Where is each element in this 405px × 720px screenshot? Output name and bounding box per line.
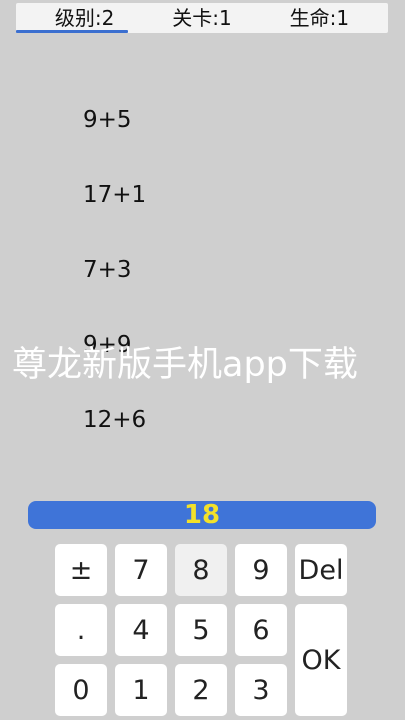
key-7[interactable]: 7 [115, 544, 167, 596]
key-8[interactable]: 8 [175, 544, 227, 596]
key-5[interactable]: 5 [175, 604, 227, 656]
watermark-text: 尊龙新版手机app下载 [12, 345, 358, 385]
key-1[interactable]: 1 [115, 664, 167, 716]
key-0[interactable]: 0 [55, 664, 107, 716]
key-9[interactable]: 9 [235, 544, 287, 596]
answer-display: 18 [28, 500, 376, 530]
key-3[interactable]: 3 [235, 664, 287, 716]
key-decimal[interactable]: . [55, 604, 107, 656]
key-6[interactable]: 6 [235, 604, 287, 656]
question-item: 7+3 [83, 257, 132, 283]
level-progress-track [16, 30, 388, 33]
key-delete[interactable]: Del [295, 544, 347, 596]
answer-value: 18 [183, 500, 221, 530]
question-item: 17+1 [83, 182, 147, 208]
key-4[interactable]: 4 [115, 604, 167, 656]
lives-label: 生命:1 [289, 6, 350, 30]
stage-label: 关卡:1 [172, 6, 232, 30]
key-ok[interactable]: OK [295, 604, 347, 716]
level-label: 级别:2 [54, 6, 115, 30]
key-plus-minus[interactable]: ± [55, 544, 107, 596]
question-item: 12+6 [83, 407, 147, 433]
level-progress-fill [16, 30, 128, 33]
key-2[interactable]: 2 [175, 664, 227, 716]
question-item: 9+5 [83, 107, 132, 133]
status-bar: 级别:2 关卡:1 生命:1 [16, 3, 388, 33]
keypad: ± 7 8 9 Del . 4 5 6 OK 0 1 2 3 [55, 544, 352, 720]
